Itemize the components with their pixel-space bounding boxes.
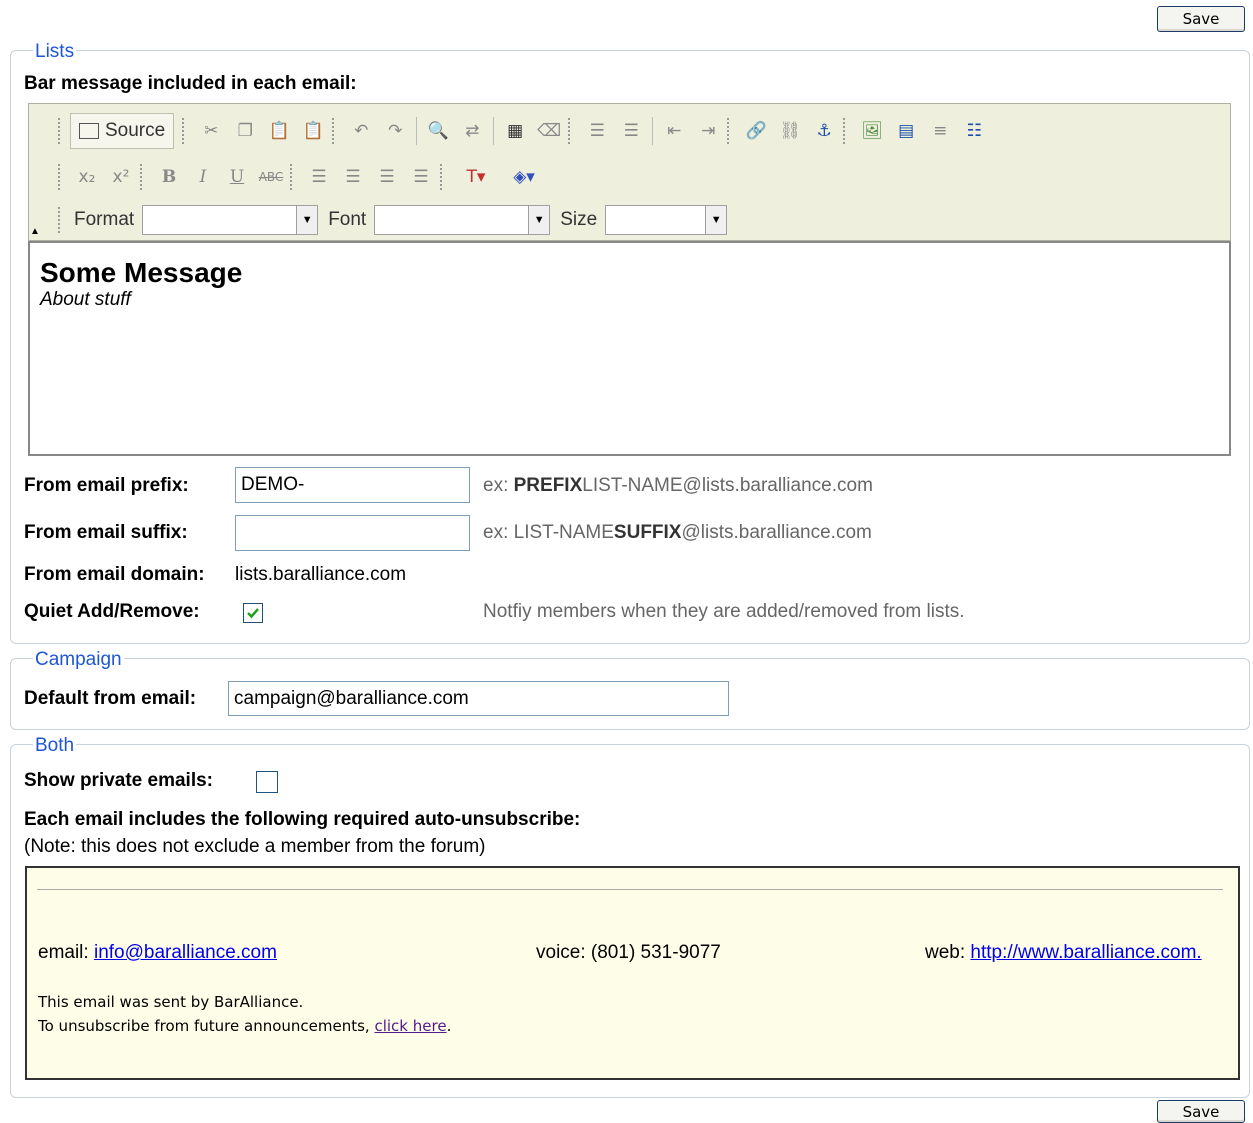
chevron-down-icon: ▼ bbox=[296, 206, 318, 234]
image-icon[interactable]: 🖼 bbox=[855, 114, 889, 148]
show-private-checkbox[interactable] bbox=[256, 771, 278, 793]
source-button[interactable]: Source bbox=[70, 113, 175, 149]
bold-icon[interactable]: B bbox=[152, 160, 186, 194]
font-select[interactable]: ▼ bbox=[374, 205, 551, 235]
editor-italic-text: About stuff bbox=[40, 289, 131, 310]
preview-email: email: info@baralliance.com bbox=[38, 942, 277, 963]
copy-icon[interactable]: ❐ bbox=[228, 114, 262, 148]
lists-legend: Lists bbox=[33, 41, 77, 62]
show-private-label: Show private emails: bbox=[24, 770, 214, 791]
unsubscribe-preview: email: info@baralliance.com voice: (801)… bbox=[25, 866, 1240, 1080]
select-all-icon[interactable]: ▦ bbox=[498, 114, 532, 148]
replace-icon[interactable]: ⇄ bbox=[455, 114, 489, 148]
align-center-icon[interactable]: ☰ bbox=[336, 160, 370, 194]
background-color-icon[interactable]: ◈▾ bbox=[500, 160, 548, 194]
both-legend: Both bbox=[33, 735, 77, 756]
default-from-label: Default from email: bbox=[24, 688, 197, 709]
default-from-input[interactable] bbox=[228, 681, 729, 716]
subscript-icon[interactable]: x₂ bbox=[70, 160, 104, 194]
redo-icon[interactable]: ↷ bbox=[378, 114, 412, 148]
size-label: Size bbox=[560, 209, 598, 230]
prefix-hint: ex: PREFIXLIST-NAME@lists.baralliance.co… bbox=[483, 475, 873, 496]
editor-content-area[interactable]: Some Message About stuff bbox=[28, 241, 1231, 456]
preview-sent-by: This email was sent by BarAlliance. bbox=[38, 993, 304, 1011]
editor-heading: Some Message bbox=[40, 257, 243, 288]
unsubscribe-note: (Note: this does not exclude a member fr… bbox=[24, 836, 486, 857]
preview-divider bbox=[37, 889, 1223, 890]
font-label: Font bbox=[328, 209, 367, 230]
superscript-icon[interactable]: x² bbox=[104, 160, 138, 194]
save-button-bottom[interactable]: Save bbox=[1157, 1100, 1245, 1123]
link-icon[interactable]: 🔗 bbox=[739, 114, 773, 148]
toolbar-row-3: Format ▼ Font ▼ Size ▼ bbox=[56, 205, 728, 235]
prefix-input[interactable] bbox=[235, 467, 470, 503]
domain-label: From email domain: bbox=[24, 564, 205, 585]
strikethrough-icon[interactable]: ABC bbox=[254, 160, 288, 194]
quiet-add-remove-label: Quiet Add/Remove: bbox=[24, 601, 200, 622]
format-label: Format bbox=[74, 209, 135, 230]
preview-web: web: http://www.baralliance.com. bbox=[925, 942, 1202, 963]
text-color-icon[interactable]: T▾ bbox=[452, 160, 500, 194]
format-select[interactable]: ▼ bbox=[142, 205, 319, 235]
indent-icon[interactable]: ⇥ bbox=[691, 114, 725, 148]
source-label: Source bbox=[105, 120, 166, 141]
prefix-label: From email prefix: bbox=[24, 475, 189, 496]
align-left-icon[interactable]: ☰ bbox=[302, 160, 336, 194]
anchor-icon[interactable]: ⚓ bbox=[807, 114, 841, 148]
toolbar-row-2: x₂ x² B I U ABC ☰ ☰ ☰ ☰ T▾ ◈▾ bbox=[56, 160, 548, 194]
paste-icon[interactable]: 📋 bbox=[262, 114, 296, 148]
page-break-icon[interactable]: ☷ bbox=[957, 114, 991, 148]
find-icon[interactable]: 🔍 bbox=[421, 114, 455, 148]
source-icon bbox=[79, 123, 99, 139]
italic-icon[interactable]: I bbox=[186, 160, 220, 194]
cut-icon[interactable]: ✂ bbox=[194, 114, 228, 148]
suffix-label: From email suffix: bbox=[24, 522, 188, 543]
suffix-input[interactable] bbox=[235, 515, 470, 551]
unsubscribe-heading: Each email includes the following requir… bbox=[24, 809, 581, 830]
preview-voice: voice: (801) 531-9077 bbox=[536, 942, 721, 963]
email-link[interactable]: info@baralliance.com bbox=[94, 942, 277, 963]
bulleted-list-icon[interactable]: ☰ bbox=[614, 114, 648, 148]
paste-text-icon[interactable]: 📋 bbox=[296, 114, 330, 148]
bar-message-label: Bar message included in each email: bbox=[24, 73, 357, 94]
unlink-icon[interactable]: ⛓ bbox=[773, 114, 807, 148]
quiet-add-remove-checkbox[interactable] bbox=[243, 603, 263, 623]
unsubscribe-link[interactable]: click here bbox=[374, 1017, 446, 1035]
justify-icon[interactable]: ☰ bbox=[404, 160, 438, 194]
table-icon[interactable]: ▤ bbox=[889, 114, 923, 148]
chevron-down-icon: ▼ bbox=[528, 206, 550, 234]
save-button-top[interactable]: Save bbox=[1157, 6, 1245, 32]
collapse-toolbar-icon[interactable]: ▲ bbox=[30, 226, 40, 237]
underline-icon[interactable]: U bbox=[220, 160, 254, 194]
checkmark-icon bbox=[247, 608, 259, 619]
chevron-down-icon: ▼ bbox=[705, 206, 727, 234]
suffix-hint: ex: LIST-NAMESUFFIX@lists.baralliance.co… bbox=[483, 522, 872, 543]
size-select[interactable]: ▼ bbox=[605, 205, 728, 235]
horizontal-rule-icon[interactable]: ≡ bbox=[923, 114, 957, 148]
toolbar-row-1: Source ✂ ❐ 📋 📋 ↶ ↷ 🔍 ⇄ ▦ ⌫ ☰ ☰ ⇤ ⇥ 🔗 ⛓ ⚓… bbox=[56, 113, 991, 149]
campaign-legend: Campaign bbox=[33, 649, 124, 670]
web-link[interactable]: http://www.baralliance.com. bbox=[970, 942, 1201, 963]
quiet-add-remove-hint: Notfiy members when they are added/remov… bbox=[483, 601, 965, 622]
undo-icon[interactable]: ↶ bbox=[344, 114, 378, 148]
domain-value: lists.baralliance.com bbox=[235, 564, 407, 585]
outdent-icon[interactable]: ⇤ bbox=[657, 114, 691, 148]
remove-format-icon[interactable]: ⌫ bbox=[532, 114, 566, 148]
numbered-list-icon[interactable]: ☰ bbox=[580, 114, 614, 148]
preview-unsubscribe: To unsubscribe from future announcements… bbox=[38, 1017, 452, 1035]
align-right-icon[interactable]: ☰ bbox=[370, 160, 404, 194]
